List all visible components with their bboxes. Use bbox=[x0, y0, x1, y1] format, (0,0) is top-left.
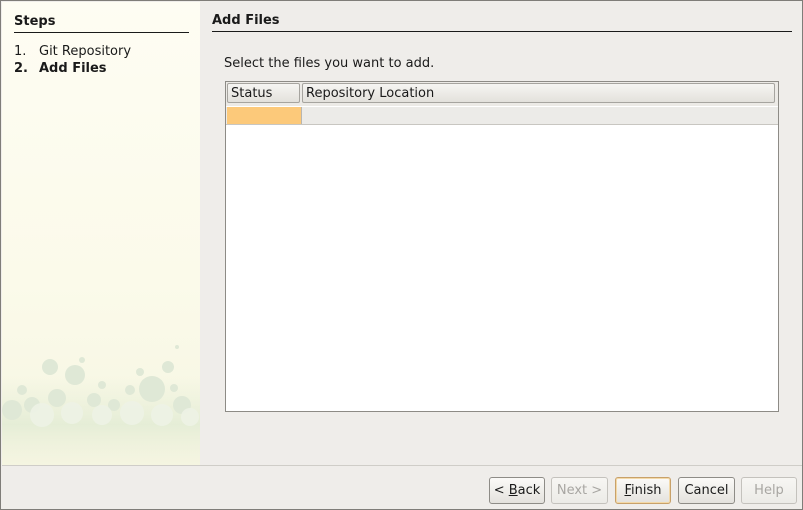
step-item-git-repository: 1. Git Repository bbox=[14, 44, 131, 59]
step-label: Add Files bbox=[39, 61, 107, 76]
step-number: 1. bbox=[14, 44, 27, 59]
cancel-button[interactable]: Cancel bbox=[678, 477, 735, 504]
finish-rest: inish bbox=[631, 483, 662, 498]
back-mnemonic: B bbox=[508, 483, 518, 498]
page-title: Add Files bbox=[212, 13, 280, 28]
help-button[interactable]: Help bbox=[741, 477, 797, 504]
steps-divider bbox=[14, 32, 189, 33]
files-table[interactable]: Status Repository Location bbox=[225, 81, 779, 412]
step-item-add-files: 2. Add Files bbox=[14, 61, 107, 76]
steps-title: Steps bbox=[14, 14, 56, 29]
status-cell[interactable] bbox=[227, 107, 302, 124]
table-header: Status Repository Location bbox=[226, 82, 778, 106]
next-button[interactable]: Next > bbox=[551, 477, 608, 504]
back-button[interactable]: < Back bbox=[489, 477, 545, 504]
repository-location-cell[interactable] bbox=[302, 107, 778, 124]
button-bar-divider bbox=[2, 465, 802, 466]
back-prefix: < bbox=[493, 483, 509, 498]
sidebar-bubbles-decoration bbox=[2, 345, 200, 465]
column-header-repository-location[interactable]: Repository Location bbox=[302, 83, 775, 103]
step-label: Git Repository bbox=[39, 44, 132, 59]
column-header-status[interactable]: Status bbox=[227, 83, 300, 103]
steps-sidebar: Steps 1. Git Repository 2. Add Files bbox=[2, 2, 200, 465]
back-rest: ack bbox=[517, 483, 541, 498]
finish-button[interactable]: Finish bbox=[615, 477, 671, 504]
instruction-text: Select the files you want to add. bbox=[224, 56, 435, 71]
step-number: 2. bbox=[14, 61, 28, 76]
table-row[interactable] bbox=[226, 107, 778, 125]
title-divider bbox=[212, 31, 792, 32]
wizard-dialog: Steps 1. Git Repository 2. Add Files Add… bbox=[0, 0, 803, 510]
